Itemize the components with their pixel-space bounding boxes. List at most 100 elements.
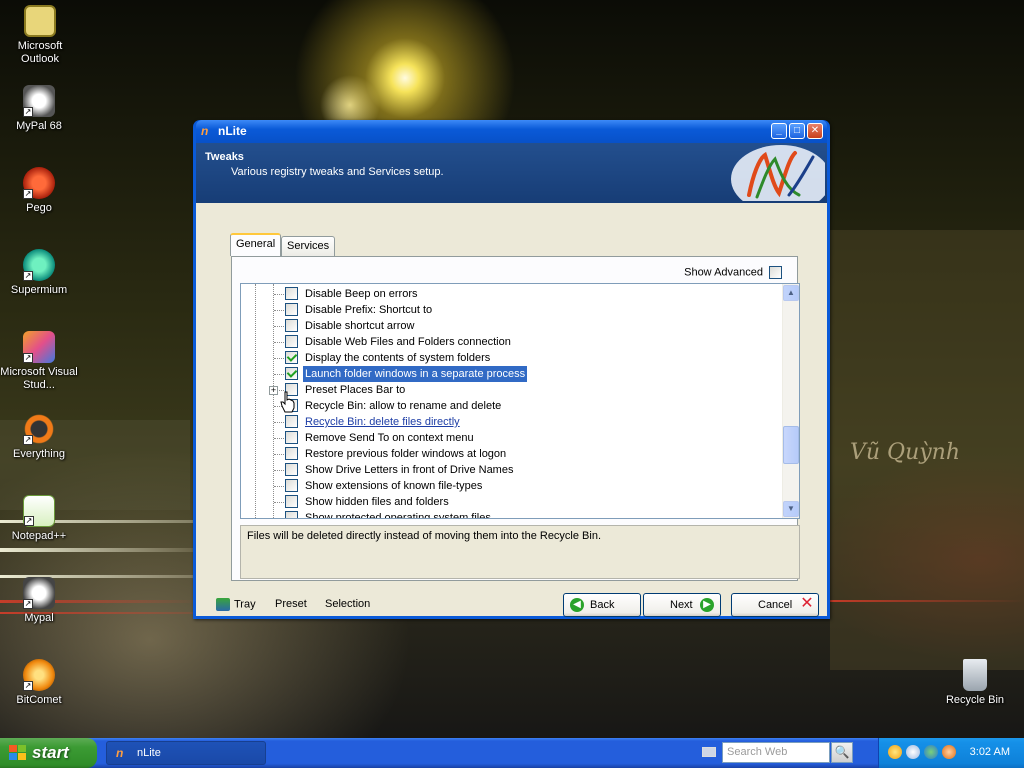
tree-item[interactable]: Show protected operating system files bbox=[241, 510, 781, 518]
tree-item-checkbox[interactable] bbox=[285, 431, 298, 444]
maximize-icon: □ bbox=[793, 125, 801, 136]
tree-item[interactable]: Disable Beep on errors bbox=[241, 286, 781, 302]
desktop-icon-bitcomet[interactable]: ↗ BitComet bbox=[0, 659, 79, 707]
search-icon: 🔍 bbox=[834, 745, 850, 759]
tree-item[interactable]: Recycle Bin: delete files directly bbox=[241, 414, 781, 430]
tree-item[interactable]: + Preset Places Bar to bbox=[241, 382, 781, 398]
tree-item-label[interactable]: Disable Web Files and Folders connection bbox=[303, 334, 513, 350]
tray-icon-everything[interactable] bbox=[942, 745, 956, 759]
desktop-icon-outlook[interactable]: Microsoft Outlook bbox=[0, 5, 80, 66]
tree-item-checkbox[interactable] bbox=[285, 495, 298, 508]
maximize-button[interactable]: □ bbox=[789, 123, 805, 139]
bitcomet-icon: ↗ bbox=[23, 659, 55, 691]
close-button[interactable]: ✕ bbox=[807, 123, 823, 139]
tree-item-label[interactable]: Disable shortcut arrow bbox=[303, 318, 416, 334]
tree-item[interactable]: Show Drive Letters in front of Drive Nam… bbox=[241, 462, 781, 478]
tree-item[interactable]: Disable Web Files and Folders connection bbox=[241, 334, 781, 350]
tree-item[interactable]: Display the contents of system folders bbox=[241, 350, 781, 366]
light-streak bbox=[830, 600, 1024, 602]
tree-item-label[interactable]: Remove Send To on context menu bbox=[303, 430, 476, 446]
tree-item-label[interactable]: Disable Beep on errors bbox=[303, 286, 420, 302]
tray-icon bbox=[216, 598, 230, 611]
tree-item-label[interactable]: Show hidden files and folders bbox=[303, 494, 451, 510]
next-button[interactable]: Next ▶ bbox=[643, 593, 721, 617]
tree-item-label[interactable]: Launch folder windows in a separate proc… bbox=[303, 366, 528, 382]
tree-item[interactable]: Show hidden files and folders bbox=[241, 494, 781, 510]
close-icon: ✕ bbox=[810, 125, 820, 136]
minimize-button[interactable]: _ bbox=[771, 123, 787, 139]
search-input[interactable]: Search Web bbox=[722, 742, 830, 763]
scroll-thumb[interactable] bbox=[783, 426, 799, 464]
tab-label: General bbox=[236, 238, 276, 250]
search-button[interactable]: 🔍 bbox=[831, 742, 853, 763]
tree-item-label[interactable]: Preset Places Bar to bbox=[303, 382, 407, 398]
tab-page-general: Show Advanced Disable Beep on errors Disa… bbox=[231, 256, 800, 581]
tray-icon-network[interactable] bbox=[924, 745, 938, 759]
tray-icon-sun[interactable] bbox=[888, 745, 902, 759]
tree-item-label[interactable]: Recycle Bin: allow to rename and delete bbox=[303, 398, 503, 414]
show-advanced-box[interactable] bbox=[769, 266, 782, 279]
taskbar-item-nlite[interactable]: n nLite bbox=[106, 741, 266, 765]
tree-item-checkbox[interactable] bbox=[285, 351, 298, 364]
back-button[interactable]: ◀ Back bbox=[563, 593, 641, 617]
selection-link[interactable]: Selection bbox=[325, 598, 370, 610]
tree-item-label[interactable]: Display the contents of system folders bbox=[303, 350, 492, 366]
tree-item-checkbox[interactable] bbox=[285, 511, 298, 518]
tree-item-checkbox[interactable] bbox=[285, 319, 298, 332]
tree-item[interactable]: Disable shortcut arrow bbox=[241, 318, 781, 334]
tree-item-label[interactable]: Disable Prefix: Shortcut to bbox=[303, 302, 434, 318]
desktop-icon-visual-studio[interactable]: ↗ Microsoft Visual Stud... bbox=[0, 331, 79, 392]
tree-item[interactable]: Remove Send To on context menu bbox=[241, 430, 781, 446]
desktop-icon-mypal[interactable]: ↗ Mypal bbox=[0, 577, 79, 625]
tree-item-checkbox[interactable] bbox=[285, 303, 298, 316]
tray-icon-search[interactable] bbox=[906, 745, 920, 759]
desktop-icon-label: Supermium bbox=[10, 284, 68, 296]
desktop-icon-pego[interactable]: ↗ Pego bbox=[0, 167, 79, 215]
tree-item[interactable]: Disable Prefix: Shortcut to bbox=[241, 302, 781, 318]
tree-guide-line bbox=[274, 342, 284, 343]
preset-link[interactable]: Preset bbox=[275, 598, 307, 610]
tree-scrollbar[interactable]: ▲ ▼ bbox=[782, 284, 799, 518]
tree-item[interactable]: Recycle Bin: allow to rename and delete bbox=[241, 398, 781, 414]
system-tray: 3:02 AM bbox=[878, 738, 1024, 768]
scroll-up-button[interactable]: ▲ bbox=[783, 285, 799, 301]
tree-item-label[interactable]: Show Drive Letters in front of Drive Nam… bbox=[303, 462, 515, 478]
tree-item-label[interactable]: Show protected operating system files bbox=[303, 510, 493, 518]
tree-item-label[interactable]: Recycle Bin: delete files directly bbox=[303, 414, 462, 430]
tweaks-tree-view: Disable Beep on errors Disable Prefix: Sh… bbox=[241, 284, 782, 518]
expand-icon[interactable]: + bbox=[269, 386, 278, 395]
mypal-icon: ↗ bbox=[23, 85, 55, 117]
tree-item-checkbox[interactable] bbox=[285, 447, 298, 460]
desktop-icon-label: Mypal bbox=[24, 612, 54, 624]
tree-item[interactable]: Restore previous folder windows at logon bbox=[241, 446, 781, 462]
tree-item-checkbox[interactable] bbox=[285, 479, 298, 492]
tree-guide-line bbox=[274, 326, 284, 327]
tree-item-checkbox[interactable] bbox=[285, 367, 298, 380]
scroll-down-button[interactable]: ▼ bbox=[783, 501, 799, 517]
visual-studio-icon: ↗ bbox=[23, 331, 55, 363]
start-button[interactable]: start bbox=[0, 738, 97, 768]
windows-logo-icon bbox=[9, 745, 27, 761]
desktop-icon-everything[interactable]: ↗ Everything bbox=[0, 413, 79, 461]
tab-general[interactable]: General bbox=[230, 233, 282, 256]
window-titlebar[interactable]: n nLite _ □ ✕ bbox=[196, 120, 827, 143]
desktop-icon-supermium[interactable]: ↗ Supermium bbox=[0, 249, 79, 297]
tree-item[interactable]: Show extensions of known file-types bbox=[241, 478, 781, 494]
clock[interactable]: 3:02 AM bbox=[970, 746, 1010, 758]
tree-guide-line bbox=[274, 470, 284, 471]
tree-item-label[interactable]: Show extensions of known file-types bbox=[303, 478, 484, 494]
tree-item-checkbox[interactable] bbox=[285, 415, 298, 428]
tree-item-checkbox[interactable] bbox=[285, 335, 298, 348]
tree-item[interactable]: Launch folder windows in a separate proc… bbox=[241, 366, 781, 382]
desktop-icon-recycle-bin[interactable]: Recycle Bin bbox=[935, 659, 1015, 707]
tree-item-label[interactable]: Restore previous folder windows at logon bbox=[303, 446, 508, 462]
tray-link[interactable]: Tray bbox=[216, 598, 256, 611]
cancel-button[interactable]: Cancel ✕ bbox=[731, 593, 819, 617]
tab-services[interactable]: Services bbox=[281, 236, 336, 256]
show-advanced-checkbox[interactable]: Show Advanced bbox=[684, 266, 782, 279]
keyboard-icon[interactable] bbox=[702, 747, 716, 757]
desktop-icon-mypal-68[interactable]: ↗ MyPal 68 bbox=[0, 85, 79, 133]
tree-item-checkbox[interactable] bbox=[285, 287, 298, 300]
desktop-icon-notepad-plus-plus[interactable]: ↗ Notepad++ bbox=[0, 495, 79, 543]
tree-item-checkbox[interactable] bbox=[285, 463, 298, 476]
